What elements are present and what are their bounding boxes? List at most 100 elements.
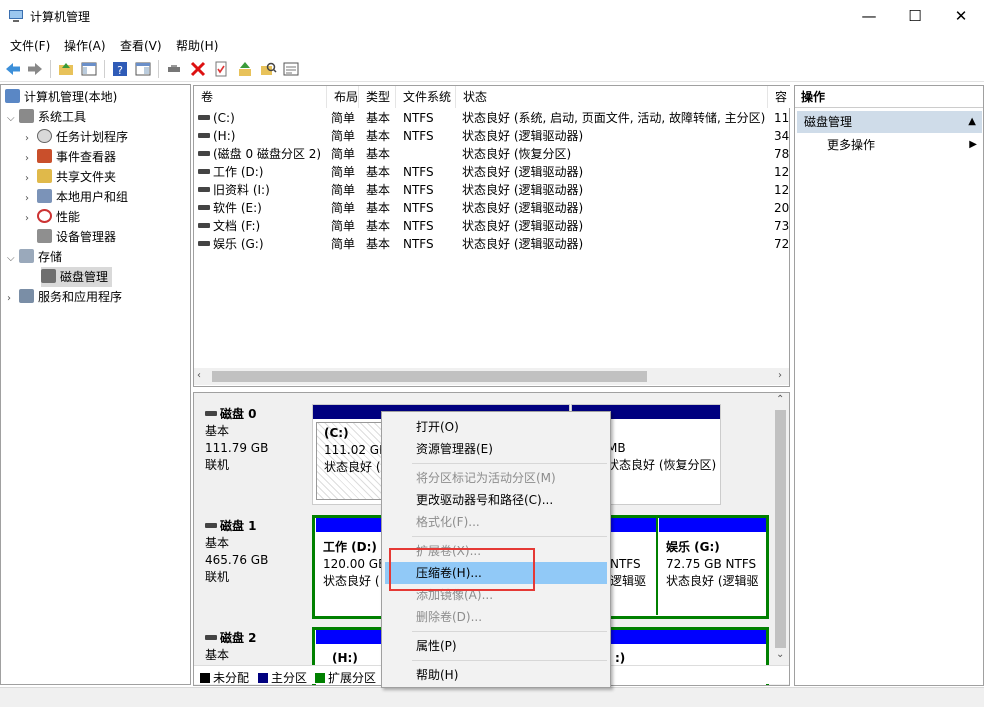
table-row[interactable]: 工作 (D:) 简单 基本 NTFS 状态良好 (逻辑驱动器) 12 [194,163,789,181]
menu-item-format[interactable]: 格式化(F)... [385,511,607,533]
menu-item-mark-active[interactable]: 将分区标记为活动分区(M) [385,467,607,489]
chevron-right-icon[interactable]: › [7,289,19,309]
menu-view[interactable]: 查看(V) [120,37,162,54]
table-row[interactable]: 软件 (E:) 简单 基本 NTFS 状态良好 (逻辑驱动器) 20 [194,199,789,217]
event-log-icon [37,149,52,163]
tree-item-task-scheduler[interactable]: › 任务计划程序 [25,127,128,147]
cell-type: 基本 [366,129,391,143]
table-row[interactable]: 旧资料 (I:) 简单 基本 NTFS 状态良好 (逻辑驱动器) 12 [194,181,789,199]
partition-f[interactable]: NTFS 逻辑驱 [608,518,656,615]
show-hide-pane-icon[interactable] [134,60,152,78]
cell-layout: 简单 [331,219,356,233]
scroll-down-icon[interactable]: ⌄ [776,649,784,660]
cell-type: 基本 [366,165,391,179]
menu-help[interactable]: 帮助(H) [176,37,218,54]
chevron-down-icon[interactable]: ⌵ [7,109,19,129]
scroll-up-icon[interactable]: ⌃ [776,394,784,405]
console-tree-icon[interactable] [80,60,98,78]
up-folder-icon[interactable] [57,60,75,78]
tree-item-disk-management[interactable]: 磁盘管理 [41,267,113,287]
cell-status: 状态良好 (逻辑驱动器) [462,237,584,251]
menu-item-delete-volume[interactable]: 删除卷(D)... [385,606,607,628]
title-bar [0,0,984,32]
tree-item-computer-management[interactable]: 计算机管理(本地) [5,87,117,107]
collapse-up-icon[interactable]: ▲ [968,111,976,133]
forward-arrow-icon[interactable] [26,60,44,78]
chevron-right-icon[interactable]: › [25,129,37,149]
disk-0-label[interactable]: 磁盘 0 基本 111.79 GB 联机 [195,399,311,507]
column-header-filesystem[interactable]: 文件系统 [396,86,456,108]
tree-item-storage[interactable]: ⌵ 存储 [7,247,62,267]
menu-item-explorer[interactable]: 资源管理器(E) [385,438,607,460]
cell-fs: NTFS [403,165,434,179]
cell-cap: 78 [774,147,790,161]
chevron-right-icon[interactable]: › [25,149,37,169]
scroll-thumb[interactable] [212,371,647,382]
actions-section-disk-management[interactable]: 磁盘管理 ▲ [797,111,982,133]
chevron-right-icon[interactable]: › [25,189,37,209]
table-row[interactable]: (H:) 简单 基本 NTFS 状态良好 (逻辑驱动器) 34 [194,127,789,145]
cell-type: 基本 [366,219,391,233]
tree-item-event-viewer[interactable]: › 事件查看器 [25,147,116,167]
connect-icon[interactable] [165,60,183,78]
column-header-volume[interactable]: 卷 [194,86,327,108]
partition-d[interactable]: 工作 (D:) 120.00 GB 状态良好 ( [316,518,386,615]
properties-icon[interactable] [282,60,300,78]
check-document-icon[interactable] [212,60,230,78]
tree-item-shared-folders[interactable]: › 共享文件夹 [25,167,116,187]
delete-icon[interactable] [189,60,207,78]
menu-item-change-drive-letter[interactable]: 更改驱动器号和路径(C)... [385,489,607,511]
maximize-button[interactable]: ☐ [892,0,938,32]
horizontal-scrollbar[interactable]: ‹ › [194,368,789,385]
tree-item-system-tools[interactable]: ⌵ 系统工具 [7,107,86,127]
partition-g[interactable]: 娱乐 (G:) 72.75 GB NTFS 状态良好 (逻辑驱 [659,518,766,615]
close-button[interactable]: ✕ [938,0,984,32]
move-up-icon[interactable] [236,60,254,78]
disk-view-scrollbar[interactable]: ⌃ ⌄ [772,393,789,665]
back-arrow-icon[interactable] [4,60,22,78]
toolbar-separator [104,60,105,78]
toolbar-separator [50,60,51,78]
scroll-left-icon[interactable]: ‹ [197,370,201,381]
cell-status: 状态良好 (逻辑驱动器) [462,129,584,143]
tree-item-device-manager[interactable]: 设备管理器 [37,227,116,247]
cell-cap: 12 [774,183,790,197]
tree-item-local-users[interactable]: › 本地用户和组 [25,187,128,207]
search-folder-icon[interactable] [259,60,277,78]
menu-item-help[interactable]: 帮助(H) [385,664,607,686]
table-row[interactable]: 娱乐 (G:) 简单 基本 NTFS 状态良好 (逻辑驱动器) 72 [194,235,789,253]
drive-icon [198,223,210,228]
chevron-down-icon[interactable]: ⌵ [7,249,19,269]
disk-management-icon [41,269,56,283]
menu-item-open[interactable]: 打开(O) [385,416,607,438]
table-row[interactable]: 文档 (F:) 简单 基本 NTFS 状态良好 (逻辑驱动器) 73 [194,217,789,235]
scroll-thumb[interactable] [775,410,786,648]
menu-action[interactable]: 操作(A) [64,37,106,54]
tree-item-services-apps[interactable]: › 服务和应用程序 [7,287,122,307]
toolbar-separator [158,60,159,78]
menu-item-properties[interactable]: 属性(P) [385,635,607,657]
column-header-status[interactable]: 状态 [456,86,768,108]
column-header-capacity[interactable]: 容 [768,86,790,108]
cell-layout: 简单 [331,129,356,143]
table-row[interactable]: (C:) 简单 基本 NTFS 状态良好 (系统, 启动, 页面文件, 活动, 故障转储… [194,109,789,127]
column-header-layout[interactable]: 布局 [327,86,359,108]
cell-fs: NTFS [403,129,434,143]
table-row[interactable]: (磁盘 0 磁盘分区 2) 简单 基本 状态良好 (恢复分区) 78 [194,145,789,163]
drive-icon [198,115,210,120]
help-icon[interactable]: ? [111,60,129,78]
cell-cap: 20 [774,201,790,215]
column-header-type[interactable]: 类型 [359,86,396,108]
cell-fs: NTFS [403,237,434,251]
disk-1-label[interactable]: 磁盘 1 基本 465.76 GB 联机 [195,511,311,619]
minimize-button[interactable]: — [846,0,892,32]
cell-vol: 旧资料 (I:) [198,181,270,199]
cell-layout: 简单 [331,147,356,161]
tree-item-performance[interactable]: › 性能 [25,207,80,227]
chevron-right-icon[interactable]: › [25,209,37,229]
scroll-right-icon[interactable]: › [778,370,782,381]
menu-file[interactable]: 文件(F) [10,37,50,54]
more-actions[interactable]: 更多操作 ▶ [797,135,982,155]
chevron-right-icon[interactable]: › [25,169,37,189]
console-tree: 计算机管理(本地) ⌵ 系统工具 › 任务计划程序 › 事件查看器 › 共享文件夹 › 本… [0,84,191,685]
